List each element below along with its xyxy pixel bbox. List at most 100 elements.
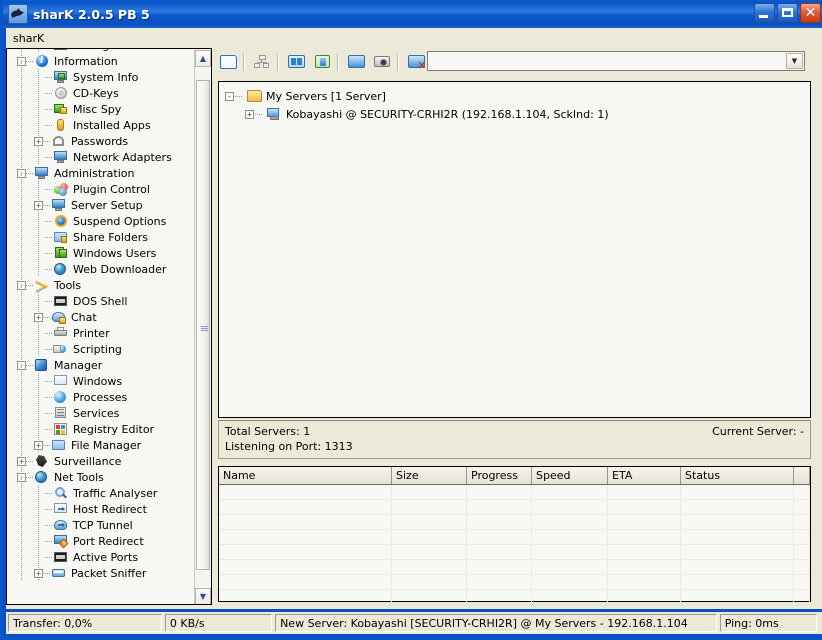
open-folder-button[interactable] — [216, 50, 240, 73]
sidebar-item-network-adapters[interactable]: Network Adapters — [7, 149, 196, 165]
transfer-list-body[interactable] — [219, 485, 810, 602]
sidebar-item-label: Windows — [72, 375, 122, 388]
webcam-button[interactable] — [370, 50, 394, 73]
network-button[interactable] — [250, 50, 274, 73]
sidebar-scrollbar[interactable]: ▲ ▼ — [194, 50, 210, 605]
sidebar-item-chat[interactable]: +Chat — [7, 309, 196, 325]
sidebar-item-passwords[interactable]: +Passwords — [7, 133, 196, 149]
sidebar-item-label: Server Setup — [70, 199, 143, 212]
ping-status: Ping: 0ms — [720, 614, 817, 632]
column-header-name[interactable]: Name — [219, 467, 392, 484]
sidebar-item-misc-spy[interactable]: Misc Spy — [7, 101, 196, 117]
sidebar-item-system-info[interactable]: System Info — [7, 69, 196, 85]
sidebar-item-manager[interactable]: -Manager — [7, 357, 196, 373]
server-tree-item[interactable]: + Kobayashi @ SECURITY-CRHI2R (192.168.1… — [225, 105, 810, 123]
sidebar-item-administration[interactable]: -Administration — [7, 165, 196, 181]
table-cell — [681, 500, 794, 514]
table-cell — [681, 590, 794, 602]
maximize-button[interactable] — [777, 3, 798, 23]
sidebar-item-information[interactable]: -iInformation — [7, 53, 196, 69]
sidebar-item-label: Chat — [70, 311, 97, 324]
server-select-input[interactable] — [428, 52, 788, 70]
sidebar-item-suspend-options[interactable]: Suspend Options — [7, 213, 196, 229]
table-cell — [392, 515, 467, 529]
column-header-progress[interactable]: Progress — [467, 467, 532, 484]
scroll-up-arrow-icon[interactable]: ▲ — [195, 50, 211, 67]
sidebar-item-port-redirect[interactable]: Port Redirect — [7, 533, 196, 549]
toolbar-separator — [337, 53, 339, 71]
sidebar-item-share-folders[interactable]: Share Folders — [7, 229, 196, 245]
sidebar-item-packet-sniffer[interactable]: +Packet Sniffer — [7, 565, 196, 581]
column-header-blank[interactable] — [794, 467, 810, 484]
sidebar-item-tcp-tunnel[interactable]: TCP Tunnel — [7, 517, 196, 533]
sidebar-item-dos-shell[interactable]: DOS Shell — [7, 293, 196, 309]
disconnect-button[interactable] — [404, 50, 428, 73]
table-row[interactable] — [219, 590, 810, 602]
sidebar-item-scripting[interactable]: Scripting — [7, 341, 196, 357]
sidebar-item-printer[interactable]: Printer — [7, 325, 196, 341]
tree-guide — [21, 197, 22, 213]
sidebar-item-file-manager[interactable]: +File Manager — [7, 437, 196, 453]
table-row[interactable] — [219, 560, 810, 575]
table-row[interactable] — [219, 530, 810, 545]
tree-guide — [38, 325, 39, 341]
minimize-button[interactable] — [754, 3, 775, 23]
sidebar-item-active-ports[interactable]: Active Ports — [7, 549, 196, 565]
table-row[interactable] — [219, 500, 810, 515]
column-header-status[interactable]: Status — [681, 467, 794, 484]
table-row[interactable] — [219, 545, 810, 560]
tree-connector — [45, 189, 53, 190]
sidebar-item-tools[interactable]: -Tools — [7, 277, 196, 293]
sidebar-item-windows-users[interactable]: Windows Users — [7, 245, 196, 261]
tree-connector — [45, 125, 53, 126]
server-select-combo[interactable]: ▼ — [427, 51, 805, 71]
column-header-eta[interactable]: ETA — [608, 467, 681, 484]
tree-connector — [45, 493, 53, 494]
table-cell — [219, 485, 392, 499]
sidebar-item-plugin-control[interactable]: Plugin Control — [7, 181, 196, 197]
sidebar-item-web-downloader[interactable]: Web Downloader — [7, 261, 196, 277]
server-tree-root[interactable]: - My Servers [1 Server] — [225, 87, 810, 105]
table-cell — [608, 560, 681, 574]
transfer-list-panel[interactable]: NameSizeProgressSpeedETAStatus — [218, 466, 811, 602]
sidebar-item-label: Share Folders — [72, 231, 148, 244]
server-tree-panel[interactable]: - My Servers [1 Server] + Kobayashi @ SE… — [218, 81, 811, 418]
windows-icon — [53, 374, 69, 388]
sidebar-item-installed-apps[interactable]: Installed Apps — [7, 117, 196, 133]
sidebar-item-registry-editor[interactable]: Registry Editor — [7, 421, 196, 437]
sidebar-item-windows[interactable]: Windows — [7, 373, 196, 389]
tree-connector — [45, 269, 53, 270]
remote-desktop-button[interactable] — [284, 50, 308, 73]
table-cell — [532, 530, 608, 544]
sidebar-item-services[interactable]: Services — [7, 405, 196, 421]
sidebar-item-processes[interactable]: Processes — [7, 389, 196, 405]
screen-capture-button[interactable] — [344, 50, 368, 73]
sidebar-item-cd-keys[interactable]: CD-Keys — [7, 85, 196, 101]
sidebar-item-surveillance[interactable]: +Surveillance — [7, 453, 196, 469]
scroll-down-arrow-icon[interactable]: ▼ — [195, 588, 211, 605]
server-info-button[interactable] — [310, 50, 334, 73]
scrollbar-thumb[interactable] — [196, 80, 210, 570]
tree-guide — [21, 325, 22, 341]
sidebar-item-label: Port Redirect — [72, 535, 144, 548]
sidebar-item-net-tools[interactable]: -Net Tools — [7, 469, 196, 485]
transfer-list-header: NameSizeProgressSpeedETAStatus — [219, 467, 810, 485]
table-row[interactable] — [219, 575, 810, 590]
chevron-down-icon[interactable]: ▼ — [786, 53, 803, 69]
close-button[interactable]: ✕ — [800, 3, 821, 23]
column-header-size[interactable]: Size — [392, 467, 467, 484]
expander-icon[interactable]: + — [245, 110, 254, 119]
column-header-speed[interactable]: Speed — [532, 467, 608, 484]
sidebar-item-traffic-analyser[interactable]: Traffic Analyser — [7, 485, 196, 501]
sidebar-item-host-redirect[interactable]: Host Redirect — [7, 501, 196, 517]
menu-item-shark[interactable]: sharK — [6, 30, 51, 47]
table-row[interactable] — [219, 515, 810, 530]
sidebar-item-server-setup[interactable]: +Server Setup — [7, 197, 196, 213]
tree-guide — [21, 277, 22, 293]
processes-icon — [53, 390, 69, 404]
table-row[interactable] — [219, 485, 810, 500]
expander-icon[interactable]: - — [225, 92, 234, 101]
table-cell — [608, 545, 681, 559]
tree-guide — [38, 181, 39, 197]
tree-connector — [45, 93, 53, 94]
